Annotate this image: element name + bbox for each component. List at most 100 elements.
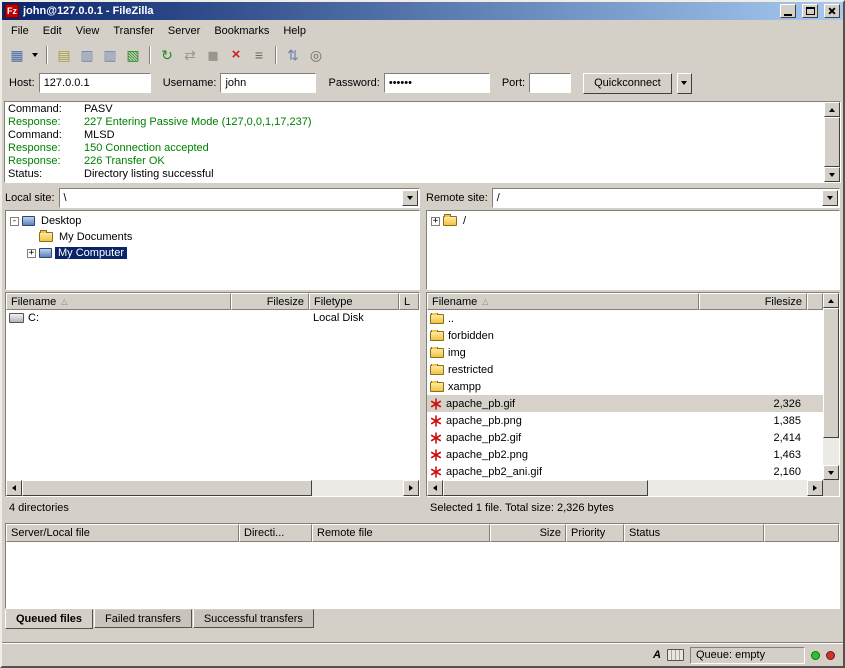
local-tree[interactable]: - Desktop My Documents + My Computer xyxy=(5,210,420,290)
scroll-right-button[interactable] xyxy=(403,480,419,496)
column-header-server-local-file[interactable]: Server/Local file xyxy=(6,524,239,542)
close-button[interactable] xyxy=(824,4,840,18)
file-row[interactable]: apache_pb2.gif 2,414 xyxy=(427,429,823,446)
tree-item-label: Desktop xyxy=(38,215,84,227)
expand-icon[interactable]: + xyxy=(431,217,440,226)
sync-browsing-icon[interactable]: ⇅ xyxy=(282,44,304,65)
scroll-left-button[interactable] xyxy=(6,480,22,496)
directory-comparison-icon[interactable]: ≡ xyxy=(248,44,270,65)
menu-server[interactable]: Server xyxy=(161,22,207,40)
find-files-icon[interactable]: ◎ xyxy=(305,44,327,65)
column-header-filename[interactable]: Filename△ xyxy=(6,293,231,310)
toggle-local-tree-icon[interactable]: ▥ xyxy=(76,44,98,65)
column-label: Priority xyxy=(571,527,605,539)
column-header-direction[interactable]: Directi... xyxy=(239,524,312,542)
stop-icon[interactable]: ◼ xyxy=(202,44,224,65)
titlebar[interactable]: Fz john@127.0.0.1 - FileZilla xyxy=(2,2,843,20)
scrollbar-thumb[interactable] xyxy=(443,480,648,496)
remote-list-body[interactable]: .. forbidden img restricted xyxy=(427,310,823,480)
cancel-icon[interactable]: × xyxy=(225,44,247,65)
host-input[interactable] xyxy=(39,73,151,93)
combo-dropdown-button[interactable] xyxy=(822,190,838,206)
file-row-selected[interactable]: apache_pb.gif 2,326 xyxy=(427,395,823,412)
scroll-up-button[interactable] xyxy=(823,293,839,308)
collapse-icon[interactable]: - xyxy=(10,217,19,226)
maximize-button[interactable] xyxy=(802,4,818,18)
remote-tree[interactable]: + / xyxy=(426,210,840,290)
quickconnect-button[interactable]: Quickconnect xyxy=(583,73,672,94)
menu-file[interactable]: File xyxy=(4,22,36,40)
toolbar-separator xyxy=(149,46,151,64)
toggle-message-log-icon[interactable]: ▤ xyxy=(53,44,75,65)
local-site-combobox[interactable]: \ xyxy=(59,188,420,208)
scrollbar-track[interactable] xyxy=(312,480,403,496)
column-header-remote-file[interactable]: Remote file xyxy=(312,524,490,542)
column-header-filesize[interactable]: Filesize xyxy=(699,293,807,310)
scroll-left-button[interactable] xyxy=(427,480,443,496)
remote-vertical-scrollbar[interactable] xyxy=(823,293,839,480)
tree-item-desktop[interactable]: - Desktop xyxy=(6,213,419,229)
scrollbar-thumb[interactable] xyxy=(22,480,312,496)
column-header-filename[interactable]: Filename△ xyxy=(427,293,699,310)
minimize-button[interactable] xyxy=(780,4,796,18)
combo-dropdown-button[interactable] xyxy=(402,190,418,206)
port-input[interactable] xyxy=(529,73,571,93)
site-manager-dropdown[interactable] xyxy=(29,44,41,65)
tab-failed-transfers[interactable]: Failed transfers xyxy=(94,609,192,628)
menu-transfer[interactable]: Transfer xyxy=(106,22,161,40)
toggle-remote-tree-icon[interactable]: ▥ xyxy=(99,44,121,65)
toggle-queue-icon[interactable]: ▧ xyxy=(122,44,144,65)
menu-edit[interactable]: Edit xyxy=(36,22,69,40)
remote-horizontal-scrollbar[interactable] xyxy=(427,480,839,496)
file-row[interactable]: img xyxy=(427,344,823,361)
scroll-down-button[interactable] xyxy=(824,167,840,182)
menu-view[interactable]: View xyxy=(69,22,107,40)
file-row-c-drive[interactable]: C: Local Disk xyxy=(6,310,419,326)
scroll-right-button[interactable] xyxy=(807,480,823,496)
tree-item-root[interactable]: + / xyxy=(427,213,839,229)
column-header-priority[interactable]: Priority xyxy=(566,524,624,542)
tree-item-my-computer[interactable]: + My Computer xyxy=(6,245,419,261)
username-input[interactable] xyxy=(220,73,316,93)
column-header-filesize[interactable]: Filesize xyxy=(231,293,309,310)
scrollbar-thumb[interactable] xyxy=(823,308,839,438)
log-scrollbar[interactable] xyxy=(824,102,840,182)
scroll-down-button[interactable] xyxy=(823,465,839,480)
filename-text: xampp xyxy=(448,381,481,393)
queue-tabs: Queued files Failed transfers Successful… xyxy=(2,609,843,629)
scrollbar-track[interactable] xyxy=(648,480,807,496)
file-row[interactable]: forbidden xyxy=(427,327,823,344)
scroll-up-button[interactable] xyxy=(824,102,840,117)
process-queue-icon[interactable]: ⇄ xyxy=(179,44,201,65)
menu-bookmarks[interactable]: Bookmarks xyxy=(207,22,276,40)
scrollbar-track[interactable] xyxy=(823,438,839,465)
password-input[interactable] xyxy=(384,73,490,93)
local-list-body[interactable]: C: Local Disk xyxy=(6,310,419,480)
menu-help[interactable]: Help xyxy=(276,22,313,40)
scrollbar-thumb[interactable] xyxy=(824,117,840,167)
file-row[interactable]: apache_pb.png 1,385 xyxy=(427,412,823,429)
tab-queued-files[interactable]: Queued files xyxy=(5,609,93,629)
tab-successful-transfers[interactable]: Successful transfers xyxy=(193,609,314,628)
column-header-filetype[interactable]: Filetype xyxy=(309,293,399,310)
column-header-last-modified[interactable]: L xyxy=(399,293,419,310)
column-header-size[interactable]: Size xyxy=(490,524,566,542)
remote-site-combobox[interactable]: / xyxy=(492,188,840,208)
local-horizontal-scrollbar[interactable] xyxy=(6,480,419,496)
quickconnect-dropdown[interactable] xyxy=(677,73,692,94)
file-row[interactable]: xampp xyxy=(427,378,823,395)
refresh-icon[interactable]: ↻ xyxy=(156,44,178,65)
file-row[interactable]: .. xyxy=(427,310,823,327)
file-row[interactable]: restricted xyxy=(427,361,823,378)
file-row[interactable]: apache_pb2.png 1,463 xyxy=(427,446,823,463)
expand-icon[interactable]: + xyxy=(27,249,36,258)
panel-status-row: 4 directories Selected 1 file. Total siz… xyxy=(2,497,843,519)
keyboard-icon[interactable] xyxy=(667,649,684,661)
tree-item-my-documents[interactable]: My Documents xyxy=(6,229,419,245)
site-manager-icon[interactable]: ▦ xyxy=(6,44,28,65)
column-header-status[interactable]: Status xyxy=(624,524,764,542)
column-label: Remote file xyxy=(317,527,373,539)
queue-body[interactable] xyxy=(6,542,839,608)
file-row[interactable]: apache_pb2_ani.gif 2,160 xyxy=(427,463,823,480)
transfer-type-icon[interactable]: A xyxy=(653,649,661,661)
